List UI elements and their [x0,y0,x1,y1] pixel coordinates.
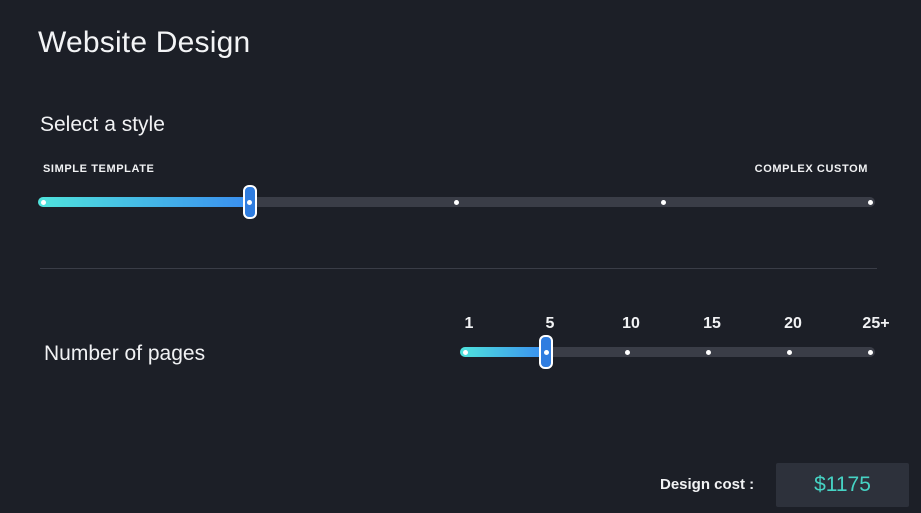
pages-tick-label: 1 [464,315,474,332]
style-max-label: COMPLEX CUSTOM [754,163,868,175]
pages-tick-label: 10 [622,315,640,332]
pages-slider-stop[interactable] [705,349,711,355]
style-slider-stop[interactable] [40,199,46,205]
style-slider[interactable] [38,185,875,219]
style-slider-stop[interactable] [454,199,459,205]
style-slider-stop[interactable] [660,199,666,205]
pages-slider[interactable] [460,335,875,369]
pages-tick-label: 25+ [862,315,890,332]
website-design-calculator: Website Design Select a style SIMPLE TEM… [0,0,921,513]
pages-slider-fill [460,347,546,357]
style-slider-thumb[interactable] [242,185,257,219]
pages-slider-stop[interactable] [867,349,873,355]
design-cost-value: $1175 [776,463,909,507]
design-cost-label: Design cost : [660,476,755,493]
pages-slider-stop[interactable] [462,349,468,355]
style-section-title: Select a style [40,113,165,136]
style-min-label: SIMPLE TEMPLATE [43,163,155,175]
page-title: Website Design [38,26,251,59]
pages-section-title: Number of pages [44,342,206,365]
pages-tick-label: 15 [703,315,721,332]
pages-slider-stop[interactable] [786,349,792,355]
pages-slider-thumb[interactable] [539,335,553,369]
pages-slider-stop[interactable] [624,349,630,355]
pages-tick-label: 5 [545,315,555,332]
pages-tick-label: 20 [784,315,802,332]
style-slider-fill [38,197,250,207]
style-slider-stop[interactable] [867,199,873,205]
section-divider [40,268,877,269]
